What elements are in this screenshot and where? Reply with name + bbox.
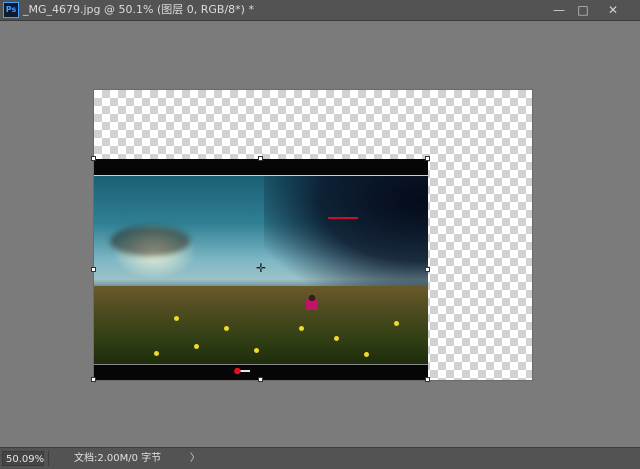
close-button[interactable]: ✕ [598, 2, 628, 18]
flower-dot [394, 321, 399, 326]
flower-dot [154, 351, 159, 356]
cloud-shape [110, 226, 190, 256]
flower-dot [224, 326, 229, 331]
document-size-info: 文档:2.00M/0 字节 [74, 453, 162, 464]
transform-handle-left[interactable] [91, 267, 96, 272]
zoom-level-field[interactable]: 50.09% [2, 451, 44, 466]
flower-dot [364, 352, 369, 357]
transform-handle-top-left[interactable] [91, 156, 96, 161]
document-title-bar: Ps _MG_4679.jpg @ 50.1% (图层 0, RGB/8*) *… [0, 0, 640, 21]
grass-field [94, 286, 428, 364]
photoshop-logo-icon: Ps [3, 2, 19, 18]
sky-shadow [264, 176, 428, 296]
reference-point-icon[interactable]: ✛ [255, 262, 267, 274]
status-menu-arrow-icon[interactable]: 〉 [190, 451, 200, 466]
transform-handle-top[interactable] [258, 156, 263, 161]
flower-dot [334, 336, 339, 341]
transform-handle-right[interactable] [425, 267, 430, 272]
flower-dot [174, 316, 179, 321]
transform-handle-top-right[interactable] [425, 156, 430, 161]
status-bar: 50.09% 文档:2.00M/0 字节 〉 [0, 447, 640, 469]
transform-handle-bottom-left[interactable] [91, 377, 96, 382]
transform-handle-bottom-right[interactable] [425, 377, 430, 382]
girl-figure [306, 294, 318, 314]
minimize-button[interactable]: — [548, 2, 570, 18]
flower-dot [299, 326, 304, 331]
transform-handle-bottom[interactable] [258, 377, 263, 382]
document-tab-title[interactable]: _MG_4679.jpg @ 50.1% (图层 0, RGB/8*) * [23, 3, 254, 17]
flower-dot [194, 344, 199, 349]
flower-dot [254, 348, 259, 353]
photo-signature-mark [328, 217, 358, 219]
maximize-button[interactable]: □ [572, 2, 594, 18]
caption-logo-mark [232, 367, 250, 375]
status-divider [48, 451, 49, 466]
